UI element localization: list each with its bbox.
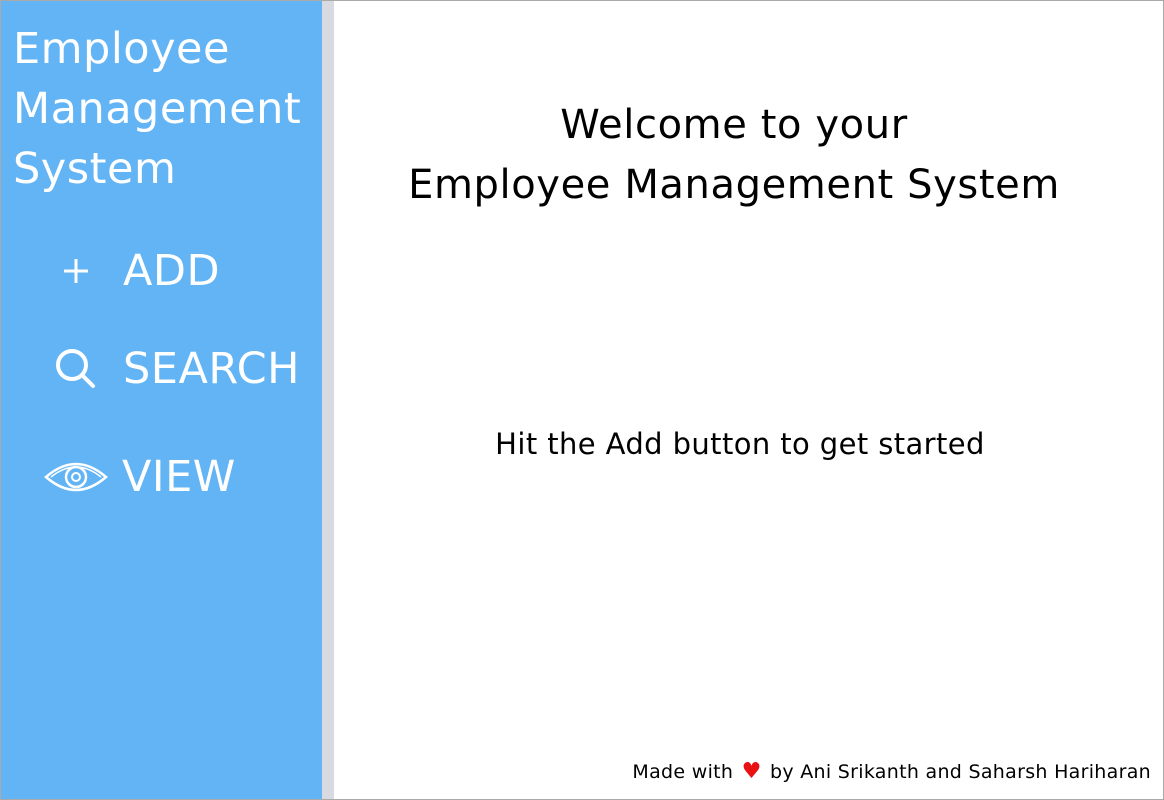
footer-credit: Made with ♥ by Ani Srikanth and Saharsh …	[632, 757, 1151, 787]
app-title: Employee Management System	[13, 24, 302, 194]
plus-icon	[39, 239, 113, 303]
add-label: ADD	[123, 246, 221, 296]
welcome-line-2: Employee Management System	[408, 162, 1060, 208]
welcome-heading: Welcome to your Employee Management Syst…	[334, 95, 1134, 215]
search-label: SEARCH	[123, 344, 300, 394]
welcome-line-1: Welcome to your	[560, 102, 908, 148]
app-window: Employee Management System ADD SEARCH VI…	[0, 0, 1164, 800]
main-panel: Welcome to your Employee Management Syst…	[334, 1, 1163, 799]
add-button[interactable]: ADD	[39, 239, 319, 303]
hint-text: Hit the Add button to get started	[495, 427, 985, 461]
eye-icon	[39, 445, 113, 509]
footer-prefix: Made with	[632, 761, 734, 783]
heart-icon: ♥	[741, 759, 762, 784]
search-icon	[39, 337, 113, 401]
search-button[interactable]: SEARCH	[39, 337, 319, 401]
footer-suffix: by Ani Srikanth and Saharsh Hariharan	[769, 761, 1151, 783]
view-label: VIEW	[122, 452, 236, 502]
sidebar-divider[interactable]	[322, 1, 334, 799]
view-button[interactable]: VIEW	[39, 445, 319, 509]
sidebar: Employee Management System ADD SEARCH VI…	[1, 1, 322, 799]
